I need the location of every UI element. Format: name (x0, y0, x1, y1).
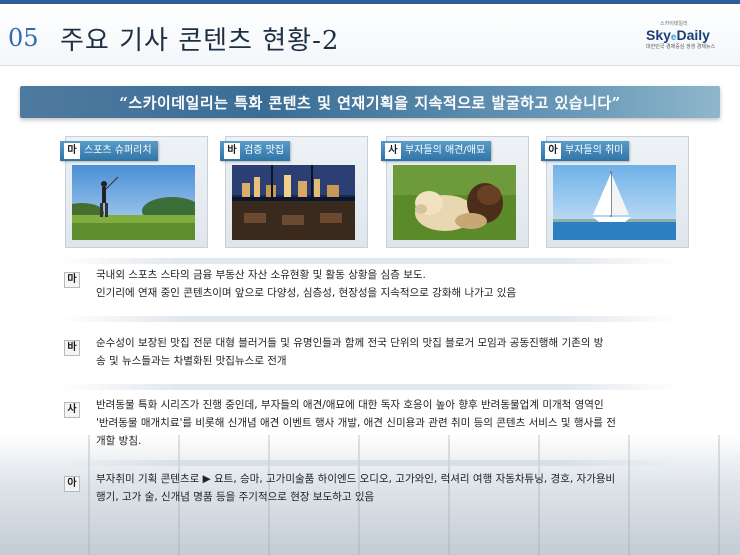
category-card-restaurant: 바 검증 맛집 (220, 136, 368, 248)
row-badge: 아 (64, 476, 80, 492)
header: 05 주요 기사 콘텐츠 현황-2 스카이데일리 SkyeDaily 대한민국 … (0, 4, 740, 66)
category-badge: 바 (224, 143, 240, 159)
divider (60, 316, 680, 322)
category-label: 스포츠 슈퍼리치 (84, 145, 152, 156)
row-text: 부자취미 기획 콘텐츠로 ▶ 요트, 승마, 고가미술품 하이엔드 오디오, 고… (96, 473, 616, 503)
row-badge: 사 (64, 402, 80, 418)
section-number: 05 (8, 24, 39, 52)
headline-banner: “스카이데일리는 특화 콘텐츠 및 연재기획을 지속적으로 발굴하고 있습니다” (20, 86, 720, 118)
category-badge: 아 (545, 143, 561, 159)
slide: 05 주요 기사 콘텐츠 현황-2 스카이데일리 SkyeDaily 대한민국 … (0, 0, 740, 555)
category-tab: 아 부자들의 취미 (541, 141, 630, 161)
row-text: 반려동물 특화 시리즈가 진행 중인데, 부자들의 애견/애묘에 대한 독자 호… (96, 399, 616, 447)
category-label: 부자들의 취미 (565, 145, 624, 156)
category-tab: 사 부자들의 애견/애묘 (381, 141, 492, 161)
headline-text: “스카이데일리는 특화 콘텐츠 및 연재기획을 지속적으로 발굴하고 있습니다” (119, 94, 621, 112)
logo-wordmark: SkyeDaily (646, 27, 710, 43)
category-label: 검증 맛집 (244, 145, 284, 156)
category-label: 부자들의 애견/애묘 (405, 145, 486, 156)
divider (60, 384, 680, 390)
sailboat-photo (553, 165, 676, 240)
category-card-sports: 마 스포츠 슈퍼리치 (60, 136, 208, 248)
row-badge: 마 (64, 272, 80, 288)
category-card-pets: 사 부자들의 애견/애묘 (381, 136, 529, 248)
logo-small-text: 스카이데일리 (660, 21, 688, 27)
category-tab: 마 스포츠 슈퍼리치 (60, 141, 158, 161)
category-tab: 바 검증 맛집 (220, 141, 290, 161)
divider (60, 258, 680, 264)
divider (60, 460, 680, 466)
page-title: 주요 기사 콘텐츠 현황-2 (60, 26, 340, 56)
golfer-photo (72, 165, 195, 240)
category-card-hobby: 아 부자들의 취미 (541, 136, 689, 248)
dogs-photo (393, 165, 516, 240)
logo-tagline: 대한민국 경제중심 생생 경제뉴스 (646, 44, 716, 50)
restaurant-photo (232, 165, 355, 240)
category-badge: 사 (385, 143, 401, 159)
row-text: 순수성이 보장된 맛집 전문 대형 블러거들 및 유명인들과 함께 전국 단위의… (96, 337, 604, 367)
row-text: 국내외 스포츠 스타의 금융 부동산 자산 소유현황 및 활동 상황을 심층 보… (96, 269, 517, 299)
row-badge: 바 (64, 340, 80, 356)
category-badge: 마 (64, 143, 80, 159)
skyedaily-logo: 스카이데일리 SkyeDaily 대한민국 경제중심 생생 경제뉴스 (646, 20, 726, 56)
